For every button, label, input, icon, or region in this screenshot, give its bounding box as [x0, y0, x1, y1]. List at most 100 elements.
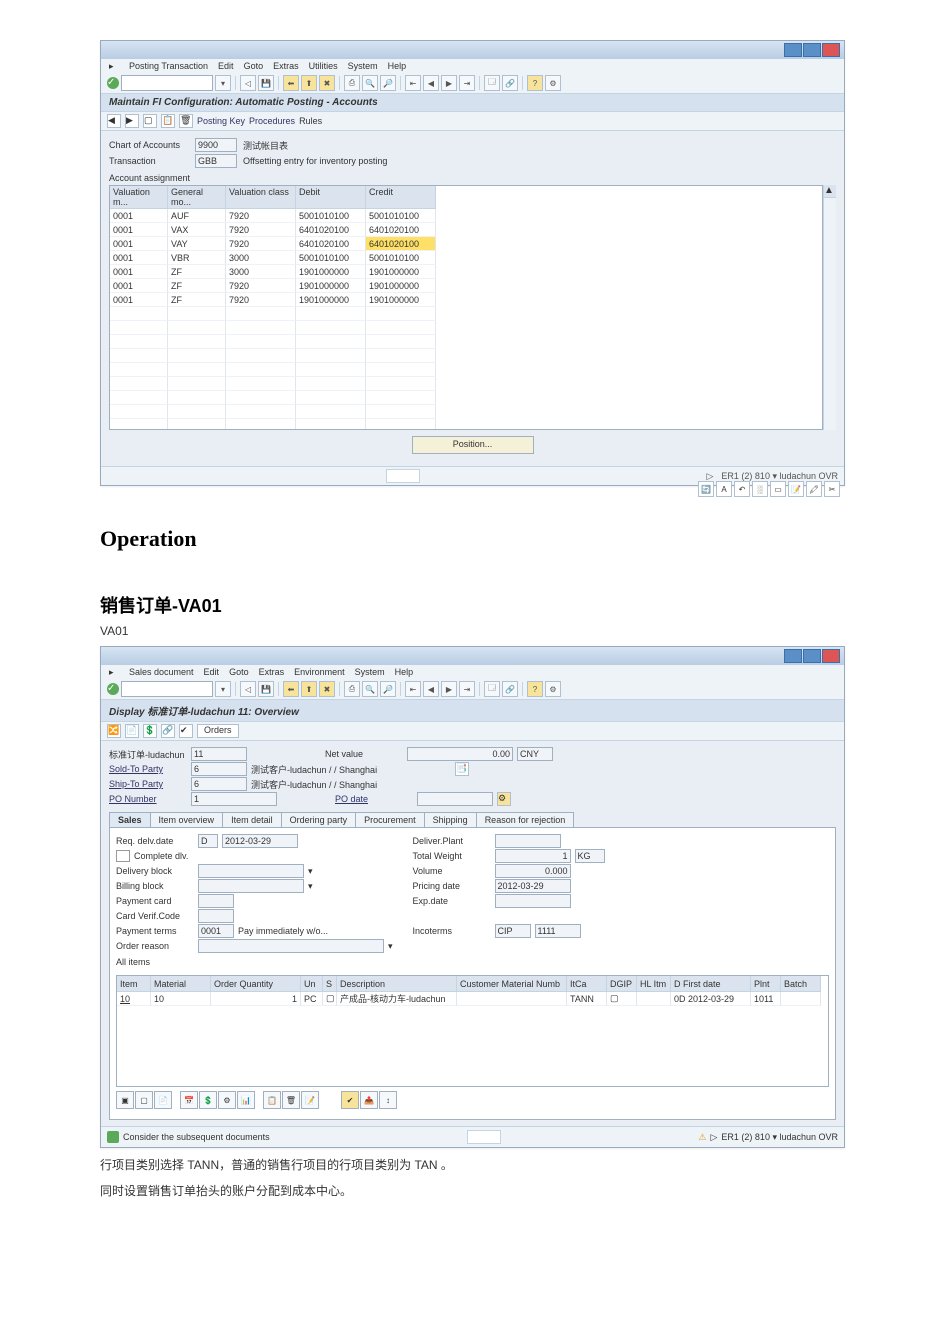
prevpage-icon[interactable]: ◀ — [423, 681, 439, 697]
marker-icon[interactable]: ░ — [752, 481, 768, 497]
menu-item[interactable]: Help — [388, 61, 407, 71]
note-icon[interactable]: 📝 — [788, 481, 804, 497]
delete-icon[interactable]: 🗑 — [282, 1091, 300, 1109]
enter-icon[interactable]: ✓ — [107, 77, 119, 89]
cancel-button[interactable]: ✖ — [319, 75, 335, 91]
copy-icon[interactable]: 📋 — [161, 114, 175, 128]
items-grid[interactable]: Item Material Order Quantity Un S Descri… — [116, 975, 829, 1087]
podate-field[interactable] — [417, 792, 493, 806]
item-row[interactable]: 10101PC▢产成品-核动力车-ludachunTANN▢0D 2012-03… — [117, 992, 828, 1006]
header-icon[interactable]: 📄 — [125, 724, 139, 738]
print-icon[interactable]: ⎙ — [344, 75, 360, 91]
copy-icon[interactable]: 📋 — [263, 1091, 281, 1109]
firstpage-icon[interactable]: ⇤ — [405, 681, 421, 697]
system-info[interactable]: ▷ — [707, 471, 714, 482]
table-row[interactable]: 0001VAX792064010201006401020100 — [110, 223, 822, 237]
window-min-button[interactable] — [784, 43, 802, 57]
cancel-button[interactable]: ✖ — [319, 681, 335, 697]
prevpage-icon[interactable]: ◀ — [423, 75, 439, 91]
nextpage-icon[interactable]: ▶ — [441, 75, 457, 91]
delblock-field[interactable] — [198, 864, 304, 878]
exportexcel-icon[interactable]: 📤 — [360, 1091, 378, 1109]
grid-scrollbar[interactable]: ▲ — [823, 185, 836, 430]
menu-icon[interactable]: ▸ — [109, 667, 119, 677]
col-itca[interactable]: ItCa — [567, 976, 607, 992]
podate-label[interactable]: PO date — [335, 794, 413, 804]
table-row[interactable]: 0001ZF300019010000001901000000 — [110, 265, 822, 279]
col-general-mo[interactable]: General mo... — [168, 186, 226, 209]
menu-item[interactable]: Extras — [273, 61, 299, 71]
col-hlitm[interactable]: HL Itm — [637, 976, 671, 992]
table-row-empty[interactable] — [110, 349, 822, 363]
layout-icon[interactable]: ⚙ — [545, 681, 561, 697]
deselectall-icon[interactable]: ▢ — [135, 1091, 153, 1109]
menu-item[interactable]: Utilities — [309, 61, 338, 71]
expdate-field[interactable] — [495, 894, 571, 908]
col-description[interactable]: Description — [337, 976, 457, 992]
col-material[interactable]: Material — [151, 976, 211, 992]
menu-icon[interactable]: ▸ — [109, 61, 119, 71]
back-button[interactable]: ⬅ — [283, 681, 299, 697]
col-s[interactable]: S — [323, 976, 337, 992]
col-order-qty[interactable]: Order Quantity — [211, 976, 301, 992]
soldto-label[interactable]: Sold-To Party — [109, 764, 187, 774]
displaychange-icon[interactable]: 🔀 — [107, 724, 121, 738]
soldto-field[interactable]: 6 — [191, 762, 247, 776]
shortcut-icon[interactable]: 🔗 — [502, 75, 518, 91]
costing-icon[interactable]: 📊 — [237, 1091, 255, 1109]
config-icon[interactable]: ⚙ — [218, 1091, 236, 1109]
menu-item[interactable]: Goto — [244, 61, 264, 71]
table-row[interactable]: 0001VBR300050010101005001010100 — [110, 251, 822, 265]
shipto-label[interactable]: Ship-To Party — [109, 779, 187, 789]
orders-button[interactable]: Orders — [197, 724, 239, 738]
nav-fwd-icon[interactable]: ▶ — [125, 114, 139, 128]
tab-sales[interactable]: Sales — [109, 812, 151, 827]
incoterm2-field[interactable]: 1111 — [535, 924, 581, 938]
shipto-field[interactable]: 6 — [191, 777, 247, 791]
back-icon[interactable]: ◁ — [240, 75, 256, 91]
erase-icon[interactable]: ✂ — [824, 481, 840, 497]
system-info[interactable]: ▷ — [711, 1132, 718, 1143]
cvcode-field[interactable] — [198, 909, 234, 923]
menu-item[interactable]: Environment — [294, 667, 345, 677]
menu-item[interactable]: Extras — [259, 667, 285, 677]
save-icon[interactable]: 💾 — [258, 75, 274, 91]
atp-icon[interactable]: ✔ — [341, 1091, 359, 1109]
reqdel-d-field[interactable]: D — [198, 834, 218, 848]
window-min-button[interactable] — [784, 649, 802, 663]
col-valuation-class[interactable]: Valuation class — [226, 186, 296, 209]
tab-item-detail[interactable]: Item detail — [222, 812, 282, 827]
text-icon[interactable]: A — [716, 481, 732, 497]
window-close-button[interactable] — [822, 43, 840, 57]
menu-item[interactable]: Help — [395, 667, 414, 677]
ponumber-label[interactable]: PO Number — [109, 794, 187, 804]
schedule-icon[interactable]: 📅 — [180, 1091, 198, 1109]
menu-item[interactable]: Sales document — [129, 667, 194, 677]
menu-item[interactable]: System — [355, 667, 385, 677]
incoterm-field[interactable]: CIP — [495, 924, 531, 938]
command-field[interactable] — [121, 75, 213, 91]
enter-icon[interactable]: ✓ — [107, 683, 119, 695]
nav-back-icon[interactable]: ◀ — [107, 114, 121, 128]
table-row-empty[interactable] — [110, 363, 822, 377]
paycard-field[interactable] — [198, 894, 234, 908]
sort-icon[interactable]: ↕ — [379, 1091, 397, 1109]
col-debit[interactable]: Debit — [296, 186, 366, 209]
conditions-icon[interactable]: 💲 — [143, 724, 157, 738]
menu-item[interactable]: Goto — [229, 667, 249, 677]
prdate-field[interactable]: 2012-03-29 — [495, 879, 571, 893]
layout-icon[interactable]: ⚙ — [545, 75, 561, 91]
table-row[interactable]: 0001ZF792019010000001901000000 — [110, 293, 822, 307]
podetails-icon[interactable]: ⚙ — [497, 792, 511, 806]
dropdown-icon[interactable]: ▾ — [215, 681, 231, 697]
window-close-button[interactable] — [822, 649, 840, 663]
draw-icon[interactable]: ▭ — [770, 481, 786, 497]
ponumber-field[interactable]: 1 — [191, 792, 277, 806]
table-row-empty[interactable] — [110, 405, 822, 419]
print-icon[interactable]: ⎙ — [344, 681, 360, 697]
table-row-empty[interactable] — [110, 419, 822, 429]
col-custmat[interactable]: Customer Material Numb — [457, 976, 567, 992]
help-icon[interactable]: ? — [527, 75, 543, 91]
col-dfirstdate[interactable]: D First date — [671, 976, 751, 992]
refresh-icon[interactable]: 🔄 — [698, 481, 714, 497]
